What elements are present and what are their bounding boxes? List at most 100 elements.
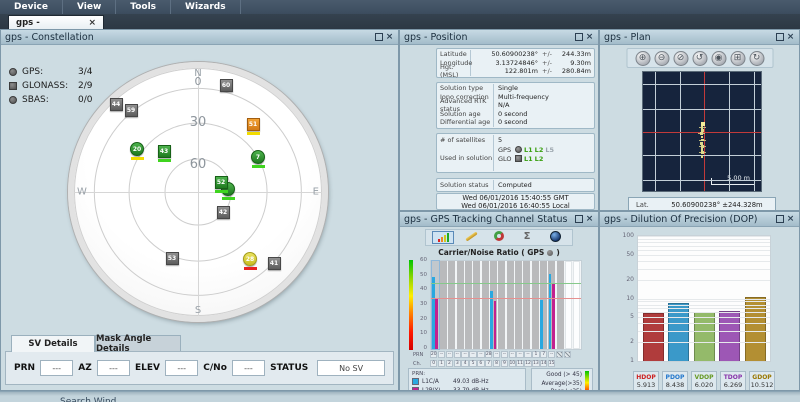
- panel-dop: gps - Dilution Of Precision (DOP) HDOP5.…: [599, 211, 800, 391]
- cn0-channel-column-12[interactable]: [531, 261, 539, 349]
- prn-cell-10[interactable]: --: [508, 351, 517, 358]
- maximize-icon[interactable]: [775, 33, 784, 42]
- satellite-42[interactable]: 42: [216, 205, 230, 219]
- cn0-channel-column-5[interactable]: [473, 261, 481, 349]
- close-icon[interactable]: [786, 215, 795, 224]
- prn-cell-9[interactable]: --: [500, 351, 509, 358]
- cn0-channel-column-1[interactable]: [440, 261, 447, 349]
- prn-cell-14[interactable]: 7: [540, 351, 548, 358]
- ch-cell-9[interactable]: 9: [500, 359, 509, 367]
- menu-wizards[interactable]: Wizards: [171, 0, 241, 14]
- cn0-channel-column-8[interactable]: [498, 261, 506, 349]
- status-field[interactable]: No SV: [317, 360, 385, 376]
- cno-field[interactable]: ---: [231, 360, 266, 376]
- ch-cell-14[interactable]: 14: [540, 359, 548, 367]
- ch-cell-4[interactable]: 4: [461, 359, 469, 367]
- menu-tools[interactable]: Tools: [116, 0, 172, 14]
- plan-gridline-h: [643, 180, 761, 182]
- zoom-in-icon[interactable]: ⊕: [635, 50, 650, 66]
- globe-view-button[interactable]: [544, 231, 566, 244]
- tab-close-icon[interactable]: ×: [88, 18, 96, 28]
- ch-cell-6[interactable]: 6: [477, 359, 485, 367]
- cn0-channel-column-15[interactable]: [556, 261, 564, 349]
- cn0-channel-column-10[interactable]: [515, 261, 522, 349]
- prn-cell-12[interactable]: --: [524, 351, 532, 358]
- ch-cell-15[interactable]: 15: [547, 359, 556, 367]
- zoom-window-icon[interactable]: ⊘: [673, 50, 688, 66]
- dop-body: HDOP 5.913 PDOP 8.438 VDOP 6.020 TDOP 6.269 GDOP…: [600, 227, 799, 390]
- satellite-7[interactable]: 7: [251, 150, 265, 164]
- prn-cell-3[interactable]: --: [453, 351, 461, 358]
- satellite-44[interactable]: 44: [109, 97, 123, 111]
- tab-mask-angle[interactable]: Mask Angle Details: [95, 334, 181, 354]
- close-icon[interactable]: [385, 33, 394, 42]
- close-icon[interactable]: [786, 33, 795, 42]
- tab-sv-details[interactable]: SV Details: [11, 335, 95, 352]
- cn0-channel-column-14[interactable]: [548, 261, 556, 349]
- menu-view[interactable]: View: [63, 0, 117, 14]
- cn0-channel-column-13[interactable]: [540, 261, 547, 349]
- pencil-view-button[interactable]: [460, 231, 482, 244]
- maximize-icon[interactable]: [574, 215, 583, 224]
- ch-cell-1[interactable]: 1: [437, 359, 446, 367]
- close-icon[interactable]: [585, 215, 594, 224]
- cn0-channel-column-9[interactable]: [506, 261, 514, 349]
- cn0-channel-column-0[interactable]: [430, 260, 440, 350]
- cn0-channel-column-3[interactable]: [456, 261, 464, 349]
- sigma-view-button[interactable]: Σ: [516, 231, 538, 244]
- ch-cell-2[interactable]: 2: [445, 359, 454, 367]
- satellite-59[interactable]: 59: [124, 103, 138, 117]
- ch-cell-11[interactable]: 11: [516, 359, 524, 367]
- cn0-channel-column-4[interactable]: [465, 261, 472, 349]
- prn-cell-13[interactable]: 1: [532, 351, 540, 358]
- menu-device[interactable]: Device: [0, 0, 63, 14]
- ch-cell-13[interactable]: 13: [532, 359, 540, 367]
- prn-cell-11[interactable]: --: [516, 351, 524, 358]
- refresh-icon[interactable]: ↻: [749, 50, 764, 66]
- cn0-channel-column-2[interactable]: [448, 261, 456, 349]
- center-icon[interactable]: ◉: [711, 50, 726, 66]
- satellite-28[interactable]: 28: [243, 252, 257, 266]
- maximize-icon[interactable]: [775, 215, 784, 224]
- prn-cell-2[interactable]: --: [445, 351, 454, 358]
- satellite-41[interactable]: 41: [267, 256, 281, 270]
- satellite-icon[interactable]: [547, 249, 554, 256]
- satellite-43[interactable]: 43: [157, 144, 171, 158]
- ch-cell-5[interactable]: 5: [469, 359, 477, 367]
- tab-gps[interactable]: gps - ×: [8, 15, 104, 29]
- ch-cell-7[interactable]: 7: [485, 359, 493, 367]
- satellite-60[interactable]: 60: [219, 78, 233, 92]
- ch-cell-12[interactable]: 12: [524, 359, 532, 367]
- close-icon[interactable]: [585, 33, 594, 42]
- cn0-channel-column-6[interactable]: [481, 261, 489, 349]
- elev-field[interactable]: ---: [165, 360, 199, 376]
- satellite-20[interactable]: 20: [130, 142, 144, 156]
- gauge-view-button[interactable]: [488, 231, 510, 244]
- ch-cell-0[interactable]: 0: [430, 359, 438, 367]
- prn-cell-7[interactable]: 28: [485, 351, 493, 358]
- ch-cell-10[interactable]: 10: [508, 359, 517, 367]
- satellite-52[interactable]: 52: [214, 175, 228, 189]
- prn-cell-15[interactable]: --: [547, 351, 556, 358]
- grid-icon[interactable]: ⊞: [730, 50, 745, 66]
- maximize-icon[interactable]: [374, 33, 383, 42]
- prn-cell-6[interactable]: --: [477, 351, 485, 358]
- az-field[interactable]: ---: [96, 360, 131, 376]
- pan-icon[interactable]: ↺: [692, 50, 707, 66]
- zoom-out-icon[interactable]: ⊖: [654, 50, 669, 66]
- satellite-51[interactable]: 51: [246, 117, 260, 131]
- prn-cell-1[interactable]: --: [437, 351, 446, 358]
- ch-cell-3[interactable]: 3: [453, 359, 461, 367]
- bar-chart-view-button[interactable]: [432, 231, 454, 244]
- prn-cell-5[interactable]: --: [469, 351, 477, 358]
- ch-cell-8[interactable]: 8: [492, 359, 501, 367]
- prn-cell-0[interactable]: 20: [430, 351, 438, 358]
- prn-cell-8[interactable]: --: [492, 351, 501, 358]
- prn-field[interactable]: ---: [40, 360, 74, 376]
- maximize-icon[interactable]: [574, 33, 583, 42]
- cn0-channel-column-11[interactable]: [523, 261, 531, 349]
- satellite-53[interactable]: 53: [165, 251, 179, 265]
- cn0-channel-column-7[interactable]: [490, 261, 497, 349]
- prn-cell-4[interactable]: --: [461, 351, 469, 358]
- plan-plot[interactable]: 5.00 m: [642, 71, 762, 192]
